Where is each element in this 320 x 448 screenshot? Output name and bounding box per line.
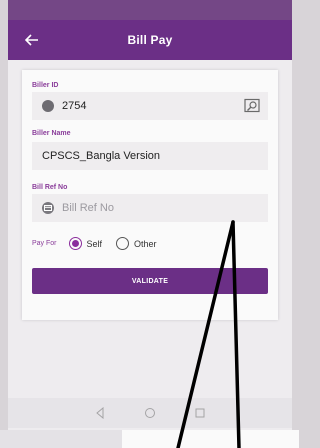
bill-pay-form-card: Biller ID 2754 Biller Name CPSCS_Bangla … <box>22 70 278 320</box>
back-button[interactable] <box>22 30 42 50</box>
bill-ref-input[interactable]: Bill Ref No <box>62 202 114 214</box>
biller-name-field[interactable]: CPSCS_Bangla Version <box>32 142 268 170</box>
card-icon <box>42 202 54 214</box>
nav-recents-icon[interactable] <box>194 407 206 419</box>
page-title: Bill Pay <box>127 33 173 47</box>
biller-id-field[interactable]: 2754 <box>32 92 268 120</box>
biller-name-value: CPSCS_Bangla Version <box>42 150 161 162</box>
id-icon <box>42 100 54 112</box>
biller-id-label: Biller ID <box>32 82 59 89</box>
pay-for-other-option[interactable]: Other <box>116 237 157 250</box>
other-label: Other <box>134 238 157 249</box>
nav-back-icon[interactable] <box>94 407 106 419</box>
search-icon[interactable] <box>244 98 260 114</box>
system-nav-bar <box>8 398 292 428</box>
pay-for-label: Pay For <box>32 240 57 247</box>
validate-button[interactable]: VALIDATE <box>32 268 268 294</box>
arrow-left-icon <box>24 34 38 46</box>
pay-for-self-option[interactable]: Self <box>68 237 103 250</box>
status-bar <box>8 0 292 20</box>
other-radio[interactable] <box>116 237 130 250</box>
bill-ref-field[interactable]: Bill Ref No <box>32 194 268 222</box>
pay-for-group: Pay For Self Other <box>32 237 171 250</box>
app-bar: Bill Pay <box>8 20 292 60</box>
phone-screen: Bill Pay Biller ID 2754 Biller Name CPSC… <box>8 0 292 448</box>
bottom-grey-block <box>0 430 122 448</box>
biller-name-label: Biller Name <box>32 130 71 137</box>
self-label: Self <box>86 238 103 249</box>
biller-id-value: 2754 <box>62 100 87 112</box>
bill-ref-label: Bill Ref No <box>32 184 68 191</box>
nav-home-icon[interactable] <box>144 407 156 419</box>
self-radio[interactable] <box>68 237 82 250</box>
